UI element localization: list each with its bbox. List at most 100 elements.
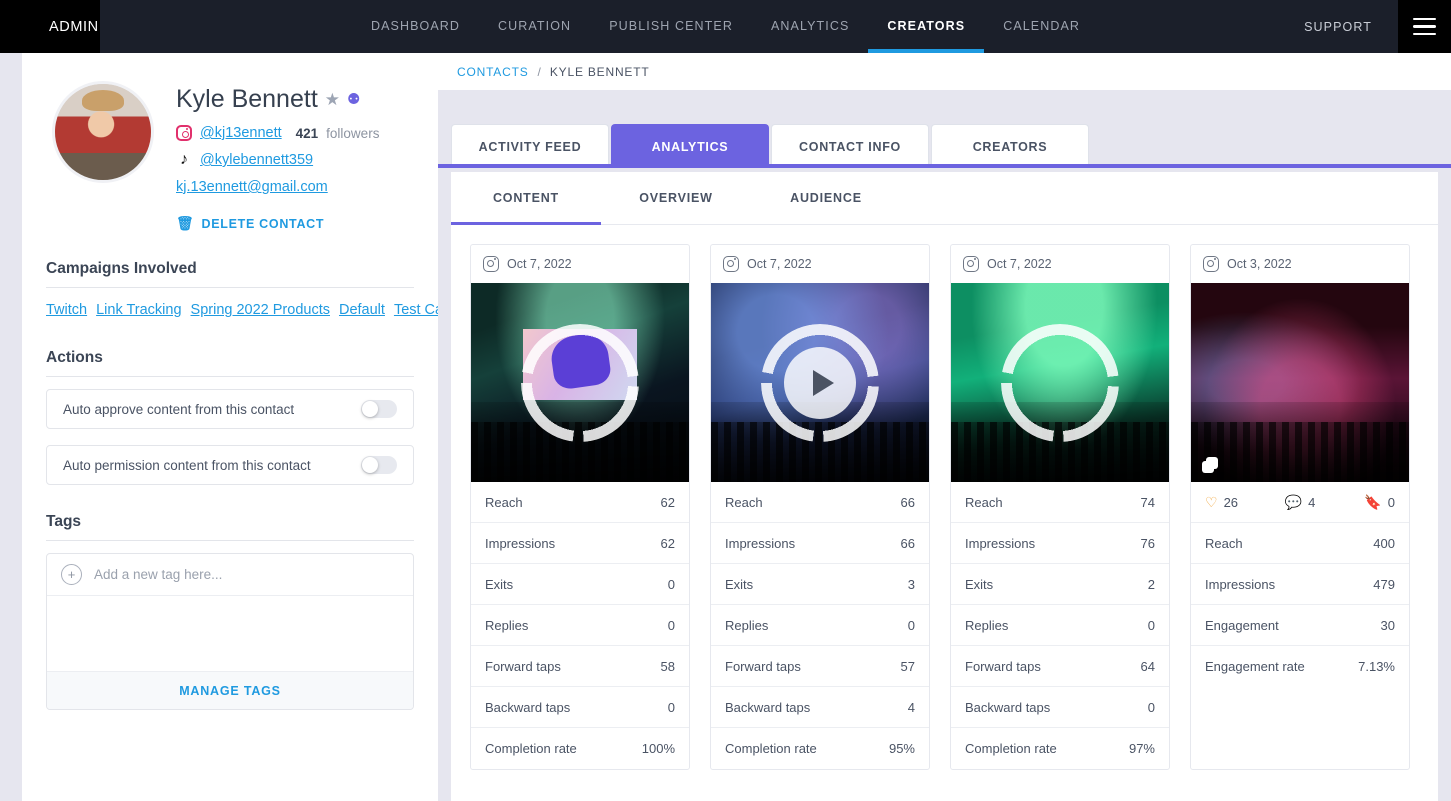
metric-row: Backward taps 0 xyxy=(471,687,689,728)
tab-contact-info[interactable]: CONTACT INFO xyxy=(771,124,929,168)
actions-title: Actions xyxy=(46,349,414,367)
nav-item-curation[interactable]: CURATION xyxy=(479,0,590,53)
subtab-audience[interactable]: AUDIENCE xyxy=(751,171,901,224)
brand-logo-area[interactable]: ADMIN xyxy=(0,0,100,53)
saves-count: 0 xyxy=(1388,495,1395,510)
contact-sidebar: Kyle Bennett ★ ⚉ @kj13ennett 421 followe… xyxy=(22,53,438,801)
card-header: Oct 7, 2022 xyxy=(951,245,1169,283)
instagram-handle-link[interactable]: @kj13ennett xyxy=(200,125,282,141)
campaign-link[interactable]: Test Campaign xyxy=(394,302,438,318)
metric-row: Replies 0 xyxy=(711,605,929,646)
auto-permission-toggle[interactable] xyxy=(361,456,397,474)
tiktok-icon: ♪ xyxy=(176,152,192,168)
metric-value: 0 xyxy=(1148,700,1155,715)
support-link[interactable]: SUPPORT xyxy=(1278,20,1398,34)
card-media-thumbnail[interactable] xyxy=(471,283,689,482)
metric-label: Backward taps xyxy=(485,700,570,715)
card-date: Oct 3, 2022 xyxy=(1227,257,1292,271)
metric-label: Backward taps xyxy=(965,700,1050,715)
metric-label: Exits xyxy=(725,577,753,592)
metric-label: Replies xyxy=(485,618,528,633)
metric-value: 30 xyxy=(1381,618,1395,633)
tab-creators[interactable]: CREATORS xyxy=(931,124,1089,168)
metric-row: Engagement rate 7.13% xyxy=(1191,646,1409,687)
metric-value: 4 xyxy=(908,700,915,715)
campaign-link[interactable]: Twitch xyxy=(46,302,87,318)
engagement-bar: ♡ 26 💬 4 🔖 0 xyxy=(1191,482,1409,523)
campaign-link[interactable]: Spring 2022 Products xyxy=(191,302,330,318)
manage-tags-button[interactable]: MANAGE TAGS xyxy=(47,671,413,709)
followers-label: followers xyxy=(326,126,379,141)
nav-item-analytics[interactable]: ANALYTICS xyxy=(752,0,868,53)
play-button-icon[interactable] xyxy=(784,347,856,419)
metric-value: 62 xyxy=(661,536,675,551)
subtab-overview[interactable]: OVERVIEW xyxy=(601,171,751,224)
star-icon[interactable]: ★ xyxy=(325,91,340,108)
tag-input-row[interactable]: + Add a new tag here... xyxy=(47,554,413,596)
content-card[interactable]: Oct 7, 2022 Reach 74 Impressions 76 xyxy=(950,244,1170,770)
metric-label: Replies xyxy=(725,618,768,633)
story-ring-icon xyxy=(1001,324,1119,442)
tags-title: Tags xyxy=(46,513,414,531)
metric-value: 479 xyxy=(1373,577,1395,592)
metric-label: Completion rate xyxy=(965,741,1057,756)
card-header: Oct 7, 2022 xyxy=(471,245,689,283)
tab-analytics[interactable]: ANALYTICS xyxy=(611,124,769,168)
content-card[interactable]: Oct 7, 2022 Reach 62 Impressions 62 xyxy=(470,244,690,770)
breadcrumb: CONTACTS / KYLE BENNETT xyxy=(438,53,1451,90)
metric-value: 400 xyxy=(1373,536,1395,551)
metric-row: Impressions 76 xyxy=(951,523,1169,564)
metric-row: Reach 400 xyxy=(1191,523,1409,564)
actions-section: Actions Auto approve content from this c… xyxy=(38,349,422,485)
content-card[interactable]: Oct 7, 2022 Reach 66 Impressions 66 xyxy=(710,244,930,770)
metric-label: Impressions xyxy=(1205,577,1275,592)
metric-row: Backward taps 4 xyxy=(711,687,929,728)
breadcrumb-contacts-link[interactable]: CONTACTS xyxy=(457,65,529,79)
metric-value: 66 xyxy=(901,495,915,510)
instagram-row: @kj13ennett 421 followers xyxy=(176,125,379,141)
profile-header: Kyle Bennett ★ ⚉ @kj13ennett 421 followe… xyxy=(38,81,422,232)
tiktok-handle-link[interactable]: @kylebennett359 xyxy=(200,152,313,168)
nav-item-dashboard[interactable]: DASHBOARD xyxy=(352,0,479,53)
subtab-content[interactable]: CONTENT xyxy=(451,171,601,224)
content-card[interactable]: Oct 3, 2022 ♡ 26 💬 4 xyxy=(1190,244,1410,770)
auto-approve-toggle[interactable] xyxy=(361,400,397,418)
auto-approve-label: Auto approve content from this contact xyxy=(63,402,294,417)
metric-row: Completion rate 100% xyxy=(471,728,689,769)
card-media-thumbnail[interactable] xyxy=(1191,283,1409,482)
app-logo-icon xyxy=(12,13,40,41)
card-media-thumbnail[interactable] xyxy=(711,283,929,482)
metric-value: 0 xyxy=(1148,618,1155,633)
metric-row: Impressions 62 xyxy=(471,523,689,564)
campaign-link[interactable]: Default xyxy=(339,302,385,318)
heart-icon: ♡ xyxy=(1205,495,1218,509)
tab-active-underline xyxy=(438,164,1451,168)
campaign-link[interactable]: Link Tracking xyxy=(96,302,181,318)
nav-item-publish-center[interactable]: PUBLISH CENTER xyxy=(590,0,752,53)
comments-item: 💬 4 xyxy=(1268,495,1331,510)
instagram-icon xyxy=(483,256,499,272)
metric-value: 74 xyxy=(1141,495,1155,510)
tab-strip: ACTIVITY FEED ANALYTICS CONTACT INFO CRE… xyxy=(438,90,1451,168)
sub-tabs: CONTENT OVERVIEW AUDIENCE xyxy=(451,172,1438,225)
metric-value: 57 xyxy=(901,659,915,674)
card-media-thumbnail[interactable] xyxy=(951,283,1169,482)
divider xyxy=(46,287,414,288)
metric-row: Backward taps 0 xyxy=(951,687,1169,728)
email-link[interactable]: kj.13ennett@gmail.com xyxy=(176,179,328,195)
instagram-icon xyxy=(963,256,979,272)
metric-label: Backward taps xyxy=(725,700,810,715)
metric-value: 76 xyxy=(1141,536,1155,551)
metric-row: Completion rate 95% xyxy=(711,728,929,769)
metric-label: Impressions xyxy=(725,536,795,551)
nav-item-creators[interactable]: CREATORS xyxy=(868,0,984,53)
metric-value: 7.13% xyxy=(1358,659,1395,674)
metric-row: Reach 62 xyxy=(471,482,689,523)
nav-item-calendar[interactable]: CALENDAR xyxy=(984,0,1099,53)
hamburger-menu-icon[interactable] xyxy=(1398,0,1451,53)
delete-contact-button[interactable]: 🗑 DELETE CONTACT xyxy=(176,215,379,232)
metric-row: Replies 0 xyxy=(471,605,689,646)
breadcrumb-current: KYLE BENNETT xyxy=(550,65,650,79)
nav-links: DASHBOARD CURATION PUBLISH CENTER ANALYT… xyxy=(0,0,1451,53)
tab-activity-feed[interactable]: ACTIVITY FEED xyxy=(451,124,609,168)
